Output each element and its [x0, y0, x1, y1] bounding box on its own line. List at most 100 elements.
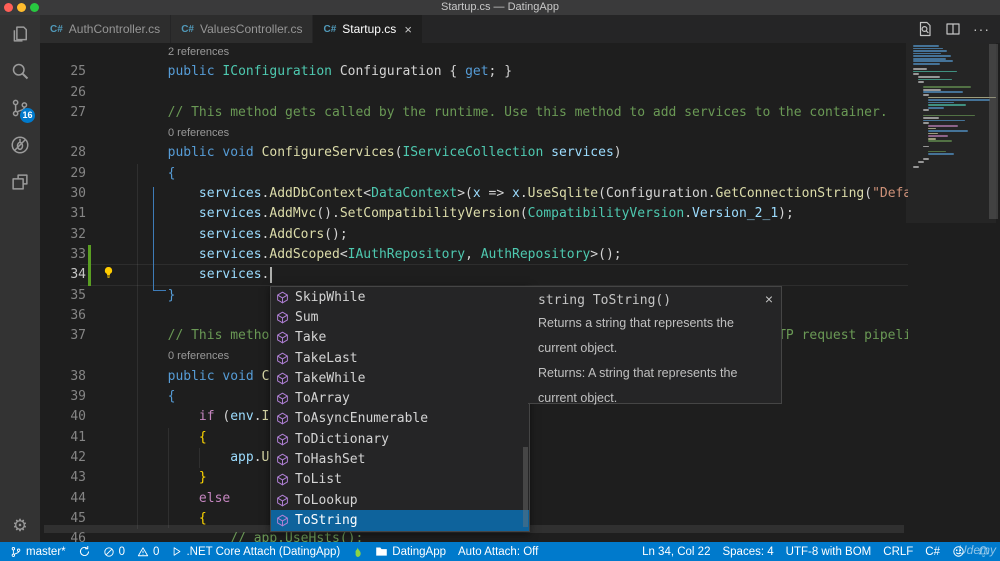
- code-line[interactable]: 29 {: [40, 164, 908, 184]
- line-number[interactable]: 40: [40, 407, 86, 427]
- gutter-glyph-margin[interactable]: [86, 367, 105, 387]
- code-text[interactable]: }: [105, 468, 207, 488]
- line-number[interactable]: 25: [40, 62, 86, 82]
- line-number[interactable]: 30: [40, 184, 86, 204]
- line-number[interactable]: 41: [40, 428, 86, 448]
- code-line[interactable]: 33 services.AddScoped<IAuthRepository, A…: [40, 245, 908, 265]
- code-line[interactable]: 25 public IConfiguration Configuration {…: [40, 62, 908, 82]
- code-line[interactable]: 28 public void ConfigureServices(IServic…: [40, 143, 908, 163]
- gutter-glyph-margin[interactable]: [86, 225, 105, 245]
- activity-source-control-icon[interactable]: 16: [0, 89, 40, 126]
- activity-debug-icon[interactable]: [0, 126, 40, 163]
- codelens[interactable]: 0 references: [40, 123, 908, 143]
- gutter-glyph-margin[interactable]: [86, 448, 105, 468]
- codelens-label[interactable]: 0 references: [40, 346, 229, 366]
- split-editor-icon[interactable]: [945, 21, 961, 37]
- codelens[interactable]: 2 references: [40, 43, 908, 62]
- status-0[interactable]: 0: [131, 542, 165, 561]
- line-number[interactable]: 27: [40, 103, 86, 123]
- activity-explorer-icon[interactable]: [0, 15, 40, 52]
- suggest-item-take[interactable]: Take: [271, 328, 529, 348]
- suggest-item-todictionary[interactable]: ToDictionary: [271, 429, 529, 449]
- suggest-scrollbar[interactable]: [523, 446, 528, 527]
- gutter-glyph-margin[interactable]: [86, 326, 105, 346]
- tab-authcontroller-cs[interactable]: C# AuthController.cs: [40, 15, 172, 43]
- gutter-glyph-margin[interactable]: [86, 286, 105, 306]
- suggest-item-takelast[interactable]: TakeLast: [271, 348, 529, 368]
- line-number[interactable]: 34: [40, 265, 86, 285]
- status-crlf[interactable]: CRLF: [877, 542, 919, 561]
- suggest-item-skipwhile[interactable]: SkipWhile: [271, 287, 529, 307]
- line-number[interactable]: 38: [40, 367, 86, 387]
- gutter-glyph-margin[interactable]: [86, 306, 105, 326]
- tab-valuescontroller-cs[interactable]: C# ValuesController.cs: [171, 15, 314, 43]
- code-line[interactable]: 30 services.AddDbContext<DataContext>(x …: [40, 184, 908, 204]
- status-smiley[interactable]: [946, 542, 971, 561]
- gutter-glyph-margin[interactable]: [86, 83, 105, 103]
- gutter-glyph-margin[interactable]: [86, 468, 105, 488]
- gutter-glyph-margin[interactable]: [86, 407, 105, 427]
- suggest-item-tolookup[interactable]: ToLookup: [271, 490, 529, 510]
- line-number[interactable]: 44: [40, 489, 86, 509]
- gutter-glyph-margin[interactable]: [86, 103, 105, 123]
- status-spaces-4[interactable]: Spaces: 4: [716, 542, 779, 561]
- gutter-glyph-margin[interactable]: [86, 489, 105, 509]
- code-text[interactable]: public IConfiguration Configuration { ge…: [105, 62, 512, 82]
- code-line[interactable]: 32 services.AddCors();: [40, 225, 908, 245]
- line-number[interactable]: 28: [40, 143, 86, 163]
- code-text[interactable]: services.AddDbContext<DataContext>(x => …: [105, 184, 908, 204]
- gutter-glyph-margin[interactable]: [86, 164, 105, 184]
- line-number[interactable]: 26: [40, 83, 86, 103]
- code-text[interactable]: {: [105, 428, 207, 448]
- code-line[interactable]: 34 services.: [40, 265, 908, 285]
- status-bell[interactable]: Udemy: [958, 542, 996, 561]
- line-number[interactable]: 39: [40, 387, 86, 407]
- more-actions-icon[interactable]: ···: [973, 21, 990, 37]
- status-auto-attach-off[interactable]: Auto Attach: Off: [452, 542, 544, 561]
- line-number[interactable]: 32: [40, 225, 86, 245]
- activity-extensions-icon[interactable]: [0, 163, 40, 200]
- suggest-item-takewhile[interactable]: TakeWhile: [271, 368, 529, 388]
- vertical-scrollbar[interactable]: [989, 44, 998, 219]
- code-line[interactable]: 26: [40, 83, 908, 103]
- code-line[interactable]: 31 services.AddMvc().SetCompatibilityVer…: [40, 204, 908, 224]
- suggest-item-toasyncenumerable[interactable]: ToAsyncEnumerable: [271, 409, 529, 429]
- code-text[interactable]: services.AddScoped<IAuthRepository, Auth…: [105, 245, 622, 265]
- code-text[interactable]: services.AddMvc().SetCompatibilityVersio…: [105, 204, 794, 224]
- settings-gear-icon[interactable]: ⚙: [12, 516, 27, 536]
- status-datingapp[interactable]: DatingApp: [369, 542, 452, 561]
- lightbulb-icon[interactable]: [102, 266, 115, 279]
- line-number[interactable]: 29: [40, 164, 86, 184]
- codelens-label[interactable]: 2 references: [40, 43, 229, 62]
- line-number[interactable]: 35: [40, 286, 86, 306]
- activity-search-icon[interactable]: [0, 52, 40, 89]
- find-file-icon[interactable]: [917, 21, 933, 37]
- code-editor[interactable]: 2 references 25 public IConfiguration Con…: [40, 43, 1000, 542]
- codelens-label[interactable]: 0 references: [40, 123, 229, 143]
- gutter-glyph-margin[interactable]: [86, 184, 105, 204]
- suggest-item-tolist[interactable]: ToList: [271, 470, 529, 490]
- code-text[interactable]: {: [105, 387, 176, 407]
- tab-startup-cs[interactable]: C# Startup.cs ×: [313, 15, 423, 43]
- code-text[interactable]: {: [105, 164, 176, 184]
- status-utf-8-with-bom[interactable]: UTF-8 with BOM: [780, 542, 878, 561]
- line-number[interactable]: 31: [40, 204, 86, 224]
- line-number[interactable]: 43: [40, 468, 86, 488]
- close-icon[interactable]: ×: [765, 291, 773, 307]
- status-0[interactable]: 0: [97, 542, 131, 561]
- line-number[interactable]: 37: [40, 326, 86, 346]
- suggest-item-tohashset[interactable]: ToHashSet: [271, 449, 529, 469]
- gutter-glyph-margin[interactable]: [86, 62, 105, 82]
- minimap[interactable]: [913, 45, 996, 265]
- gutter-glyph-margin[interactable]: [86, 387, 105, 407]
- line-number[interactable]: 36: [40, 306, 86, 326]
- code-text[interactable]: public void ConfigureServices(IServiceCo…: [105, 143, 622, 163]
- code-text[interactable]: services.AddCors();: [105, 225, 348, 245]
- status-sync[interactable]: [72, 542, 97, 561]
- code-line[interactable]: 27 // This method gets called by the run…: [40, 103, 908, 123]
- gutter-glyph-margin[interactable]: [86, 428, 105, 448]
- suggest-item-sum[interactable]: Sum: [271, 307, 529, 327]
- code-text[interactable]: services.: [105, 265, 269, 285]
- tab-close-icon[interactable]: ×: [404, 23, 412, 36]
- status-net-core-attach-datingapp[interactable]: .NET Core Attach (DatingApp): [165, 542, 346, 561]
